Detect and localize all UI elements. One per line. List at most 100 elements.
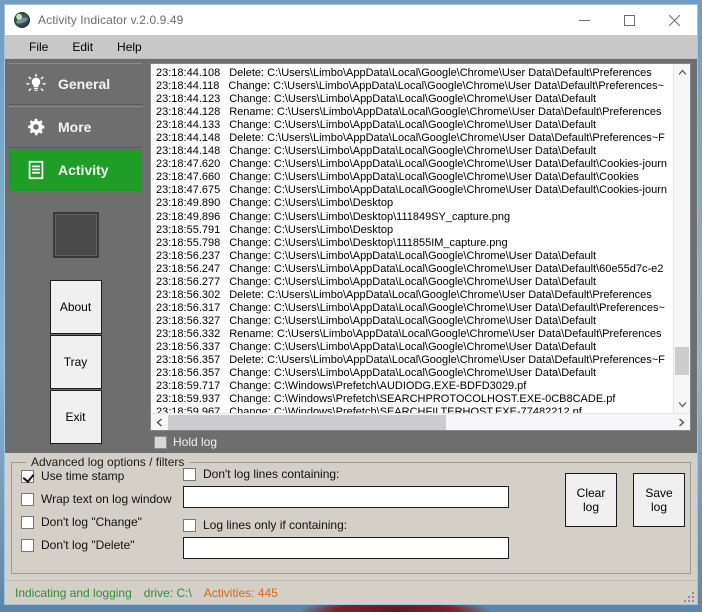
log-row-timestamp: 23:18:56.357 <box>156 354 221 367</box>
wrap-text-checkbox[interactable] <box>21 492 34 506</box>
log-row[interactable]: 23:18:56.277 Change: C:\Users\Limbo\AppDa… <box>153 276 673 289</box>
menu-item-help[interactable]: Help <box>107 37 152 57</box>
log-row[interactable]: 23:18:49.890 Change: C:\Users\Limbo\Deskt… <box>153 197 673 210</box>
log-row[interactable]: 23:18:56.247 Change: C:\Users\Limbo\AppDa… <box>153 263 673 276</box>
log-row-timestamp: 23:18:55.791 <box>156 223 221 236</box>
log-row[interactable]: 23:18:56.337 Change: C:\Users\Limbo\AppDa… <box>153 341 673 354</box>
log-row[interactable]: 23:18:44.148 Delete: C:\Users\Limbo\AppDa… <box>153 132 673 145</box>
use-time-stamp-checkbox[interactable] <box>21 469 34 483</box>
log-lines-only-if-containing-input[interactable] <box>183 537 509 559</box>
log-row[interactable]: 23:18:44.148 Change: C:\Users\Limbo\AppDa… <box>153 145 673 158</box>
clear-log-button[interactable]: Clear log <box>565 473 617 527</box>
filter-include-block: Log lines only if containing: <box>183 518 513 559</box>
log-row[interactable]: 23:18:55.791 Change: C:\Users\Limbo\Deskt… <box>153 224 673 237</box>
log-row[interactable]: 23:18:56.302 Delete: C:\Users\Limbo\AppDa… <box>153 289 673 302</box>
log-row-timestamp: 23:18:56.247 <box>156 262 221 275</box>
log-row-text: Change: C:\Users\Limbo\AppData\Local\Goo… <box>229 340 597 353</box>
vertical-scroll-thumb[interactable] <box>675 347 689 375</box>
option-use-time-stamp[interactable]: Use time stamp <box>21 469 172 483</box>
save-log-line1: Save <box>645 486 673 500</box>
sidebar: General More Activity About Tray Exit <box>5 59 146 453</box>
log-row[interactable]: 23:18:59.967 Change: C:\Windows\Prefetch\… <box>153 406 673 413</box>
scroll-down-icon[interactable] <box>674 396 690 413</box>
scroll-up-icon[interactable] <box>674 64 690 81</box>
log-row[interactable]: 23:18:49.896 Change: C:\Users\Limbo\Deskt… <box>153 211 673 224</box>
log-row[interactable]: 23:18:44.128 Rename: C:\Users\Limbo\AppDa… <box>153 106 673 119</box>
horizontal-scroll-track[interactable] <box>168 414 673 431</box>
minimize-button[interactable] <box>562 5 607 35</box>
log-row-text: Change: C:\Users\Limbo\AppData\Local\Goo… <box>229 171 639 184</box>
about-button[interactable]: About <box>49 280 102 334</box>
log-row-text: Delete: C:\Users\Limbo\AppData\Local\Goo… <box>229 67 652 79</box>
log-row[interactable]: 23:18:55.798 Change: C:\Users\Limbo\Deskt… <box>153 237 673 250</box>
log-row-timestamp: 23:18:56.337 <box>156 340 221 353</box>
filter-exclude-block: Don't log lines containing: <box>183 467 513 508</box>
status-activities: Activities: 445 <box>203 585 278 600</box>
sidebar-item-more[interactable]: More <box>9 106 142 148</box>
filter-column: Don't log lines containing: Log lines on… <box>183 467 513 569</box>
log-row[interactable]: 23:18:47.660 Change: C:\Users\Limbo\AppDa… <box>153 171 673 184</box>
log-row[interactable]: 23:18:56.317 Change: C:\Users\Limbo\AppDa… <box>153 302 673 315</box>
log-row-timestamp: 23:18:56.302 <box>156 288 221 301</box>
log-row[interactable]: 23:18:56.237 Change: C:\Users\Limbo\AppDa… <box>153 250 673 263</box>
log-row-timestamp: 23:18:44.128 <box>156 106 221 119</box>
log-row[interactable]: 23:18:59.717 Change: C:\Windows\Prefetch\… <box>153 380 673 393</box>
log-row[interactable]: 23:18:47.620 Change: C:\Users\Limbo\AppDa… <box>153 158 673 171</box>
option-wrap-text[interactable]: Wrap text on log window <box>21 492 172 506</box>
option-label: Wrap text on log window <box>41 492 172 506</box>
dont-log-change-checkbox[interactable] <box>21 515 34 529</box>
log-row[interactable]: 23:18:56.357 Change: C:\Users\Limbo\AppDa… <box>153 367 673 380</box>
sidebar-item-label: General <box>58 76 111 92</box>
sidebar-item-activity[interactable]: Activity <box>9 149 142 191</box>
log-row-timestamp: 23:18:49.890 <box>156 197 221 210</box>
log-vertical-scrollbar[interactable] <box>673 64 690 413</box>
scroll-right-icon[interactable] <box>673 414 690 431</box>
option-dont-log-change[interactable]: Don't log "Change" <box>21 515 172 529</box>
log-row-timestamp: 23:18:59.967 <box>156 406 221 413</box>
log-row[interactable]: 23:18:56.332 Rename: C:\Users\Limbo\AppDa… <box>153 328 673 341</box>
log-row[interactable]: 23:18:56.357 Delete: C:\Users\Limbo\AppDa… <box>153 354 673 367</box>
log-row[interactable]: 23:18:44.118 Change: C:\Users\Limbo\AppDa… <box>153 80 673 93</box>
log-list[interactable]: 23:18:44.108 Delete: C:\Users\Limbo\AppDa… <box>151 64 673 413</box>
scroll-left-icon[interactable] <box>151 414 168 431</box>
globe-icon <box>14 12 30 28</box>
tray-button[interactable]: Tray <box>49 335 102 389</box>
log-row[interactable]: 23:18:56.327 Change: C:\Users\Limbo\AppDa… <box>153 315 673 328</box>
sidebar-buttons: About Tray Exit <box>5 280 146 444</box>
desktop-background: Activity Indicator v.2.0.9.49 File Edit … <box>0 0 702 612</box>
dont-log-lines-containing-checkbox[interactable] <box>183 467 196 481</box>
dont-log-delete-checkbox[interactable] <box>21 538 34 552</box>
log-row[interactable]: 23:18:47.675 Change: C:\Users\Limbo\AppDa… <box>153 184 673 197</box>
log-row[interactable]: 23:18:44.108 Delete: C:\Users\Limbo\AppDa… <box>153 67 673 80</box>
log-row-text: Change: C:\Users\Limbo\AppData\Local\Goo… <box>228 80 665 93</box>
option-label: Don't log "Change" <box>41 515 142 529</box>
resize-grip-icon[interactable] <box>682 590 694 602</box>
lightbulb-icon <box>25 73 47 95</box>
option-dont-log-delete[interactable]: Don't log "Delete" <box>21 538 172 552</box>
content-area: General More Activity About Tray Exit 23… <box>5 59 697 453</box>
hold-log-row[interactable]: Hold log <box>150 431 691 453</box>
log-row-timestamp: 23:18:49.896 <box>156 210 221 223</box>
log-row[interactable]: 23:18:44.133 Change: C:\Users\Limbo\AppDa… <box>153 119 673 132</box>
menu-bar: File Edit Help <box>5 35 697 59</box>
dont-log-lines-containing-input[interactable] <box>183 486 509 508</box>
log-row[interactable]: 23:18:44.123 Change: C:\Users\Limbo\AppDa… <box>153 93 673 106</box>
log-horizontal-scrollbar[interactable] <box>151 413 690 430</box>
log-row[interactable]: 23:18:59.937 Change: C:\Windows\Prefetch\… <box>153 393 673 406</box>
filter-exclude-toggle[interactable]: Don't log lines containing: <box>183 467 513 481</box>
close-icon[interactable] <box>652 5 697 35</box>
sidebar-item-general[interactable]: General <box>9 63 142 105</box>
log-lines-only-if-containing-checkbox[interactable] <box>183 518 196 532</box>
save-log-button[interactable]: Save log <box>633 473 685 527</box>
menu-item-edit[interactable]: Edit <box>62 37 103 57</box>
horizontal-scroll-thumb[interactable] <box>168 414 446 430</box>
maximize-button[interactable] <box>607 5 652 35</box>
log-row-timestamp: 23:18:59.717 <box>156 380 221 393</box>
hold-log-checkbox[interactable] <box>154 435 167 449</box>
exit-button[interactable]: Exit <box>49 390 102 444</box>
log-row-text: Change: C:\Users\Limbo\Desktop\111855IM_… <box>229 236 508 249</box>
log-row-timestamp: 23:18:47.675 <box>156 184 221 197</box>
log-row-timestamp: 23:18:56.332 <box>156 327 221 340</box>
menu-item-file[interactable]: File <box>19 37 58 57</box>
filter-include-toggle[interactable]: Log lines only if containing: <box>183 518 513 532</box>
